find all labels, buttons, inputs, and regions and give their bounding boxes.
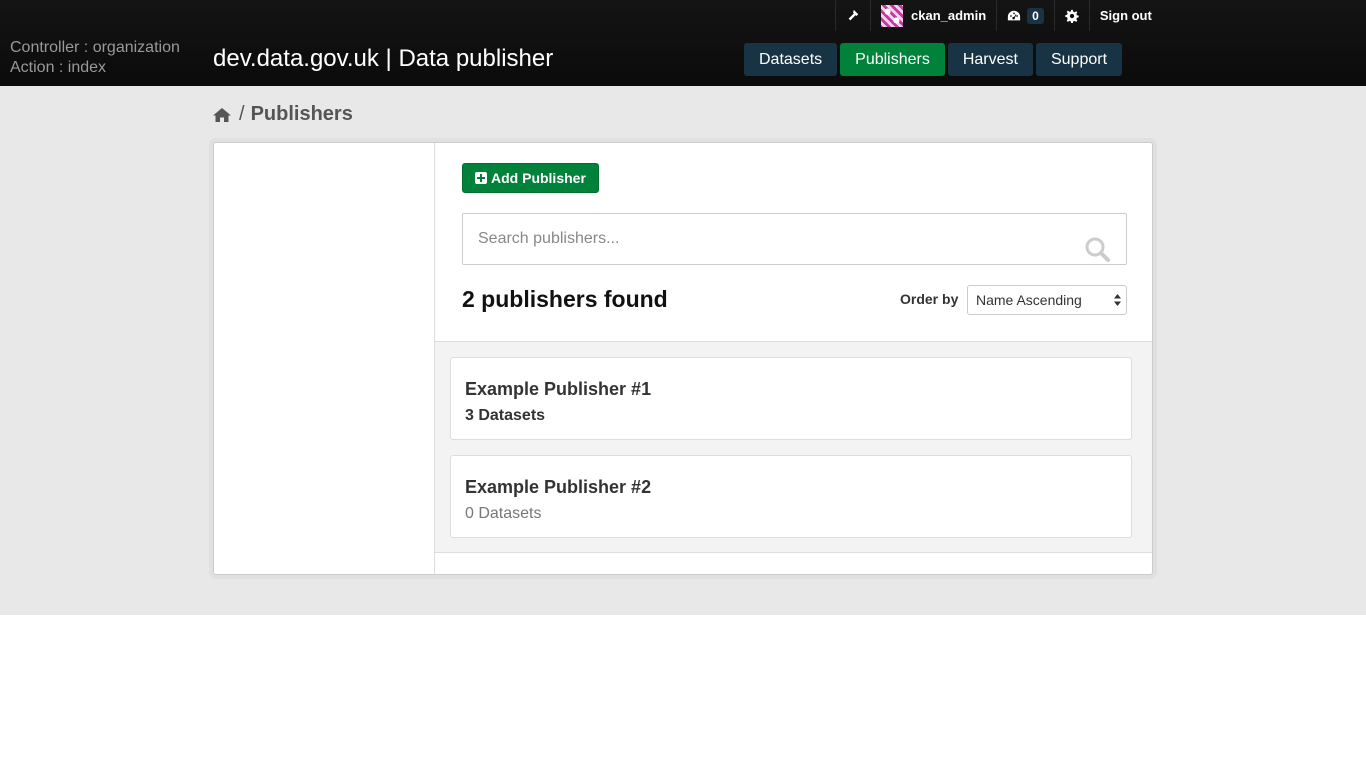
order-by-label: Order by xyxy=(900,291,959,307)
publisher-list: Example Publisher #1 3 Datasets Example … xyxy=(435,341,1152,553)
user-link[interactable]: ckan_admin xyxy=(870,0,996,31)
gavel-icon xyxy=(848,9,859,20)
secondary-sidebar xyxy=(214,143,435,574)
order-by-select[interactable]: Name Ascending xyxy=(967,285,1127,315)
list-item[interactable]: Example Publisher #2 0 Datasets xyxy=(450,455,1132,538)
dashboard-link[interactable]: 0 xyxy=(996,0,1054,31)
main-content: / Publishers Add Publisher 2 publishers … xyxy=(0,86,1366,615)
account-bar: ckan_admin 0 Sign out xyxy=(835,0,1162,31)
home-icon[interactable] xyxy=(213,107,231,123)
nav-publishers[interactable]: Publishers xyxy=(840,43,945,76)
publisher-name[interactable]: Example Publisher #2 xyxy=(465,477,651,498)
search-input[interactable] xyxy=(463,214,1063,264)
debug-controller: Controller : organization xyxy=(10,39,180,56)
results-count: 2 publishers found xyxy=(462,286,668,312)
select-arrows-icon xyxy=(1114,294,1121,306)
add-publisher-button[interactable]: Add Publisher xyxy=(462,163,599,193)
activity-count-badge: 0 xyxy=(1027,7,1044,24)
sign-out-link[interactable]: Sign out xyxy=(1088,0,1162,31)
site-title[interactable]: dev.data.gov.uk | Data publisher xyxy=(213,45,553,73)
breadcrumb-separator: / xyxy=(239,103,245,125)
sysadmin-link[interactable] xyxy=(835,0,870,31)
username: ckan_admin xyxy=(911,8,987,23)
gear-icon xyxy=(1065,9,1079,23)
primary-content: Add Publisher 2 publishers found Order b… xyxy=(435,143,1152,574)
avatar xyxy=(881,4,903,27)
publisher-dataset-count: 3 Datasets xyxy=(465,407,546,424)
search-form xyxy=(462,213,1127,265)
settings-link[interactable] xyxy=(1053,0,1089,31)
nav-harvest[interactable]: Harvest xyxy=(947,43,1033,76)
breadcrumb: / Publishers xyxy=(213,103,353,126)
nav-support[interactable]: Support xyxy=(1035,43,1123,76)
sign-out-label: Sign out xyxy=(1099,8,1152,23)
plus-square-icon xyxy=(475,172,487,184)
add-publisher-label: Add Publisher xyxy=(491,170,586,186)
content-wrapper: Add Publisher 2 publishers found Order b… xyxy=(213,142,1153,575)
masthead: ckan_admin 0 Sign out Controller : organ… xyxy=(0,0,1366,86)
dashboard-icon xyxy=(1008,10,1021,20)
nav-datasets[interactable]: Datasets xyxy=(744,43,838,76)
debug-action: Action : index xyxy=(10,59,107,76)
publisher-name[interactable]: Example Publisher #1 xyxy=(465,379,651,400)
breadcrumb-current[interactable]: Publishers xyxy=(251,103,353,126)
publisher-dataset-count: 0 Datasets xyxy=(465,505,542,522)
list-item[interactable]: Example Publisher #1 3 Datasets xyxy=(450,357,1132,440)
debug-info: Controller : organization Action : index xyxy=(10,38,180,78)
order-by-value: Name Ascending xyxy=(976,292,1082,308)
main-nav: Datasets Publishers Harvest Support xyxy=(744,43,1123,76)
search-icon[interactable] xyxy=(1084,236,1110,262)
